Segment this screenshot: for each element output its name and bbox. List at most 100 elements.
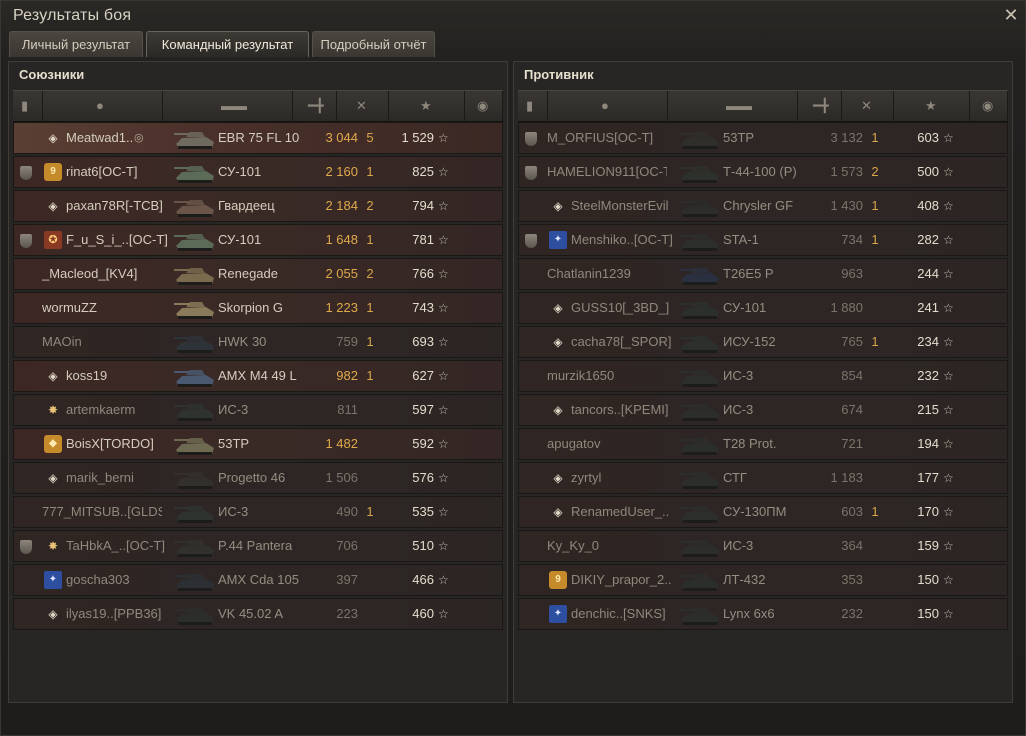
player-name[interactable]: M_ORFIUS[OC-T] [547,123,667,153]
player-name[interactable]: BoisX[TORDO] [66,429,186,459]
tank-image-icon [174,234,214,251]
table-row[interactable]: wormuZZ Skorpion G1 223 1 743 ☆ [13,292,503,324]
header-col[interactable]: ▬▬ [668,91,798,121]
table-row[interactable]: ✦ Menshiko..[OC-T] STA-1 734 1 282 ☆ [518,224,1008,256]
rank-icon [525,234,537,248]
player-name[interactable]: wormuZZ [42,293,162,323]
tank-image-icon [174,302,214,319]
damage-icon: ━╋ [308,98,324,113]
table-row[interactable]: HAMELION911[OC-T] Т-44-100 (Р) 1 573 2 500 ☆ [518,156,1008,188]
player-name[interactable]: GUSS10[_3BD_] [571,293,691,323]
table-row[interactable]: apugatov T28 Prot. 721 194 ☆ [518,428,1008,460]
header-col[interactable]: ● [548,91,668,121]
player-name[interactable]: apugatov [547,429,667,459]
player-name[interactable]: F_u_S_i_..[OC-T] [66,225,186,255]
header-col[interactable]: ━╋ [293,91,337,121]
header-col[interactable]: ▮ [518,91,548,121]
table-row[interactable]: cacha78[_SPOR]ИСУ-1527651234☆ [518,326,1008,358]
table-row[interactable]: Ky_Ky_0 ИС-3 364 159 ☆ [518,530,1008,562]
player-name[interactable]: rinat6[OC-T] [66,157,186,187]
header-col[interactable]: ● [43,91,163,121]
enemies-title: Противник [524,67,594,82]
star-badge-icon [44,401,62,419]
header-col[interactable]: ◉ [465,91,503,121]
table-row[interactable]: GUSS10[_3BD_]СУ-1011 880241☆ [518,292,1008,324]
header-col[interactable]: ▮ [13,91,43,121]
header-col[interactable]: ✕ [842,91,894,121]
xp-value: 215 [917,402,939,417]
player-name[interactable]: denchic..[SNKS] [571,599,691,629]
player-name[interactable]: HAMELION911[OC-T] [547,157,667,187]
battle-results-window: Результаты боя ✕ Личный результат Команд… [0,0,1026,736]
tab-team-result[interactable]: Командный результат [146,31,309,57]
header-col[interactable]: ▬▬ [163,91,293,121]
xp-star-icon: ☆ [943,539,954,553]
rank-icon [20,234,32,248]
tab-personal-result[interactable]: Личный результат [9,31,143,57]
tab-detailed-report[interactable]: Подробный отчёт [312,31,435,57]
table-row[interactable]: zyrtylСТГ1 183177☆ [518,462,1008,494]
player-name[interactable]: TaHbkA_..[OC-T] [66,531,186,561]
player-name[interactable]: artemkaerm [66,395,186,425]
table-row[interactable]: koss19AMX M4 49 L9821627☆ [13,360,503,392]
player-name[interactable]: Ky_Ky_0 [547,531,667,561]
player-name[interactable]: Menshiko..[OC-T] [571,225,691,255]
player-name[interactable]: SteelMonsterEvil [571,191,691,221]
table-row[interactable]: 9 rinat6[OC-T] СУ-101 2 160 1 825 ☆ [13,156,503,188]
tank-image-icon [679,506,719,523]
player-name[interactable]: marik_berni [66,463,186,493]
player-name[interactable]: DIKIY_prapor_2.. [571,565,691,595]
header-col[interactable]: ━╋ [798,91,842,121]
header-col[interactable]: ★ [389,91,465,121]
table-row[interactable]: ✪ F_u_S_i_..[OC-T] СУ-101 1 648 1 781 ☆ [13,224,503,256]
xp-star-icon: ☆ [438,267,449,281]
xp-value: 241 [917,300,939,315]
table-row[interactable]: TaHbkA_..[OC-T]P.44 Pantera706510☆ [13,530,503,562]
player-name[interactable]: MAOin [42,327,162,357]
table-row[interactable]: ✦ denchic..[SNKS] Lynx 6x6 232 150 ☆ [518,598,1008,630]
xp-value: 766 [412,266,434,281]
table-row[interactable]: 9 DIKIY_prapor_2.. ЛТ-432 353 150 ☆ [518,564,1008,596]
table-row[interactable]: 777_MITSUB..[GLDS] ИС-3 490 1 535 ☆ [13,496,503,528]
table-row[interactable]: SteelMonsterEvilChrysler GF1 4301408☆ [518,190,1008,222]
frags-value: 1 [871,130,879,145]
player-name[interactable]: Chatlanin1239 [547,259,667,289]
table-row[interactable]: Meatwad1..◎EBR 75 FL 103 04451 529☆ [13,122,503,154]
damage-value: 1 482 [325,436,358,451]
table-row[interactable]: MAOin HWK 30 759 1 693 ☆ [13,326,503,358]
tank-image-icon [679,472,719,489]
table-row[interactable]: murzik1650 ИС-3 854 232 ☆ [518,360,1008,392]
header-col[interactable]: ✕ [337,91,389,121]
table-row[interactable]: marik_berniProgetto 461 506576☆ [13,462,503,494]
table-row[interactable]: ◆ BoisX[TORDO] 53TP 1 482 592 ☆ [13,428,503,460]
table-row[interactable]: artemkaermИС-3811597☆ [13,394,503,426]
damage-value: 223 [336,606,358,621]
player-name[interactable]: ilyas19..[PPB36] [66,599,186,629]
tank-image-icon [679,404,719,421]
table-row[interactable]: M_ORFIUS[OC-T] 53TP 3 132 1 603 ☆ [518,122,1008,154]
table-row[interactable]: ilyas19..[PPB36]VK 45.02 A223460☆ [13,598,503,630]
xp-star-icon: ☆ [943,369,954,383]
table-row[interactable]: paxan78R[-TCB]Гвардеец2 1842794☆ [13,190,503,222]
table-row[interactable]: _Macleod_[KV4] Renegade 2 055 2 766 ☆ [13,258,503,290]
header-col[interactable]: ★ [894,91,970,121]
table-row[interactable]: Chatlanin1239 T26E5 P 963 244 ☆ [518,258,1008,290]
player-name[interactable]: goscha303 [66,565,186,595]
player-name[interactable]: RenamedUser_.. [571,497,691,527]
player-name[interactable]: _Macleod_[KV4] [42,259,162,289]
blue-badge-icon: ✦ [44,571,62,589]
table-row[interactable]: RenamedUser_..СУ-130ПМ6031170☆ [518,496,1008,528]
player-name[interactable]: cacha78[_SPOR] [571,327,691,357]
player-name[interactable]: koss19 [66,361,186,391]
table-row[interactable]: tancors..[KPEMI]ИС-3674215☆ [518,394,1008,426]
player-name[interactable]: tancors..[KPEMI] [571,395,691,425]
player-name[interactable]: murzik1650 [547,361,667,391]
player-name[interactable]: 777_MITSUB..[GLDS] [42,497,162,527]
header-col[interactable]: ◉ [970,91,1008,121]
table-row[interactable]: ✦ goscha303 AMX Cda 105 397 466 ☆ [13,564,503,596]
player-name[interactable]: paxan78R[-TCB] [66,191,186,221]
player-name[interactable]: zyrtyl [571,463,691,493]
player-name[interactable]: Meatwad1.. [66,123,186,153]
close-icon[interactable]: ✕ [1001,5,1021,25]
tank-image-icon [174,200,214,217]
